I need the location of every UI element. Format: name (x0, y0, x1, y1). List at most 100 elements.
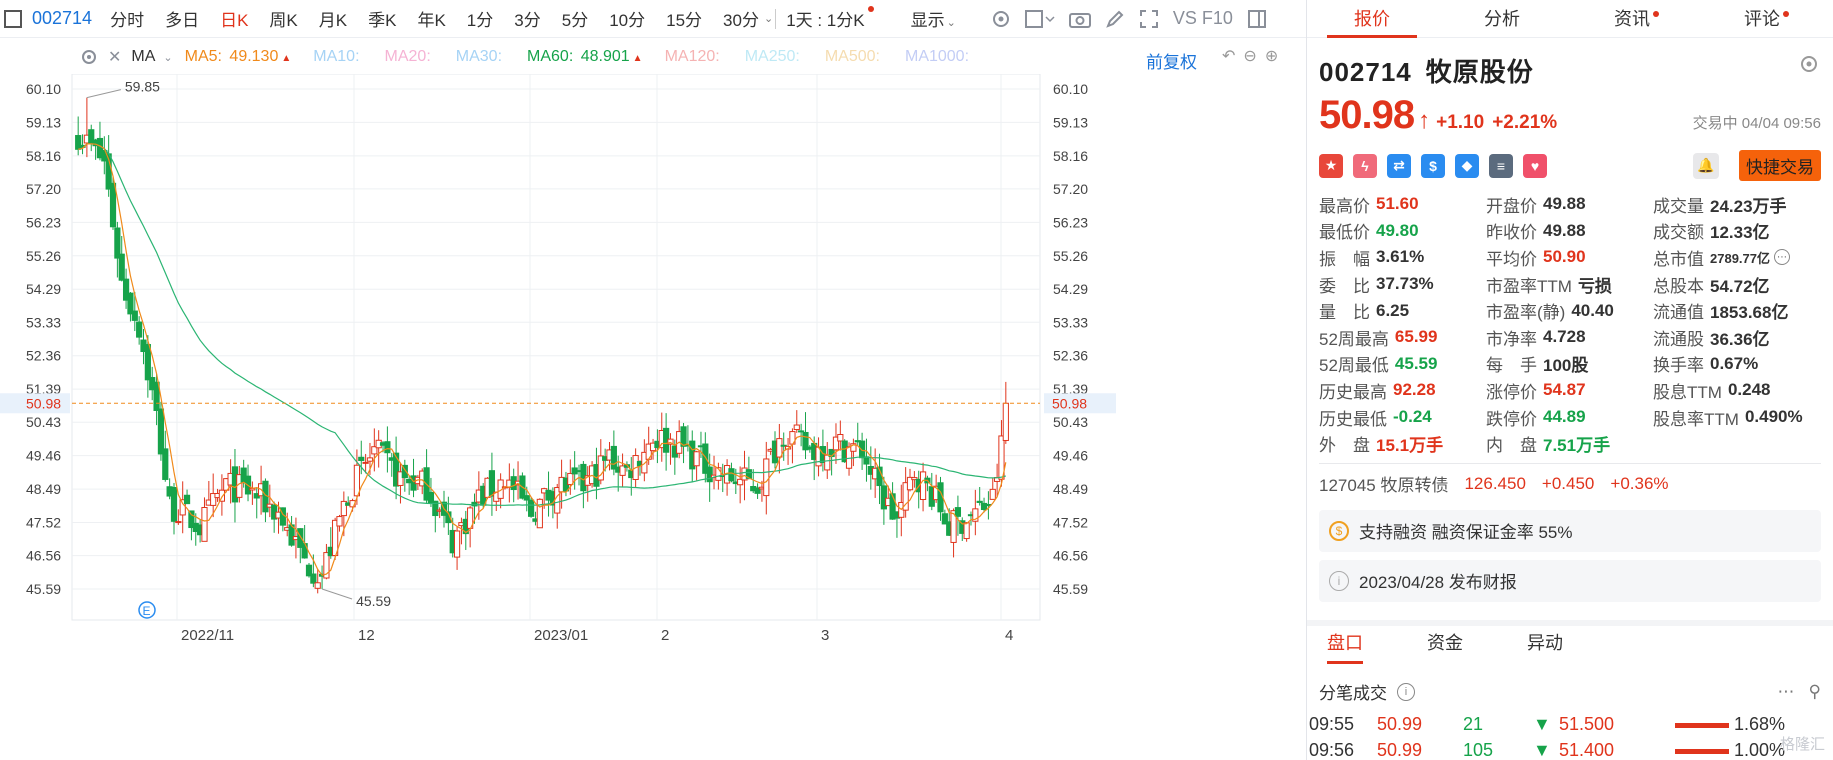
period-tab-11[interactable]: 15分 (666, 6, 702, 31)
stat-key: 总市值 (1653, 249, 1704, 269)
tick-depth: 1.00% (1655, 740, 1785, 760)
panel-toggle-icon[interactable] (1247, 9, 1267, 29)
ma-type-select[interactable]: MA (131, 48, 155, 66)
arrow-down-icon: ▼ (1533, 740, 1551, 760)
shuffle-icon[interactable]: ⇄ (1387, 153, 1411, 178)
ma-item-5[interactable]: MA120: (665, 48, 723, 66)
panel-tabs: 报价 分析 资讯 评论 (1307, 0, 1833, 38)
y-tick-left: 57.20 (26, 181, 61, 197)
stat-key: 52周最高 (1319, 329, 1389, 349)
orderbook-tab-0[interactable]: 盘口 (1315, 626, 1375, 664)
heart-icon[interactable]: ♥ (1523, 153, 1547, 178)
stat-item: 成交额 12.33亿 (1653, 218, 1823, 245)
y-tick-left: 50.43 (26, 414, 61, 430)
period-tab-8[interactable]: 3分 (514, 6, 540, 31)
stat-value: 44.89 (1543, 407, 1586, 427)
ma-item-3[interactable]: MA30: (456, 48, 505, 66)
stat-value: 50.90 (1543, 247, 1586, 267)
divider (775, 8, 777, 29)
stat-value: 6.25 (1376, 300, 1410, 320)
period-tab-0[interactable]: 分时 (110, 6, 144, 31)
y-tick-left: 55.26 (26, 248, 61, 264)
color-box-icon[interactable] (1024, 9, 1055, 29)
candle-body (170, 487, 178, 522)
tick-time: 09:55 (1309, 714, 1355, 735)
flag-icon[interactable]: ★ (1319, 153, 1343, 178)
fullscreen-icon[interactable] (1139, 9, 1159, 29)
ma-close-icon[interactable]: ✕ (108, 47, 121, 67)
orderbook-tab-2[interactable]: 异动 (1515, 626, 1575, 660)
stat-key: 换手率 (1653, 356, 1704, 376)
quick-trade-button[interactable]: 快捷交易 (1739, 150, 1821, 181)
panel-tab-3[interactable]: 评论 (1697, 0, 1827, 37)
ma-item-2[interactable]: MA20: (385, 48, 434, 66)
stat-key: 最高价 (1319, 196, 1370, 216)
zoom-out-icon[interactable]: ⊖ (1243, 46, 1256, 66)
stat-value: 49.88 (1543, 194, 1586, 214)
ma-item-1[interactable]: MA10: (313, 48, 362, 66)
kline-svg[interactable]: 60.10 60.10 59.13 59.13 58.16 58.16 57.20 57.20… (0, 74, 1306, 760)
period-tab-1[interactable]: 多日 (165, 6, 199, 31)
display-menu[interactable]: 显示 ⌄ (911, 6, 956, 31)
panel-tab-2[interactable]: 资讯 (1567, 0, 1697, 37)
ma-item-6[interactable]: MA250: (745, 48, 803, 66)
x-tick-label: 4 (1005, 627, 1013, 644)
period-tab-7[interactable]: 1分 (467, 6, 493, 31)
ma-item-8[interactable]: MA1000: (905, 48, 972, 66)
ma-item-0[interactable]: MA5: 49.130 ▲ (185, 48, 292, 66)
period-tab-5[interactable]: 季K (368, 6, 396, 31)
current-price-tag: 50.98 (1052, 395, 1087, 411)
ma-item-4[interactable]: MA60: 48.901 ▲ (527, 48, 643, 66)
undo-icon[interactable]: ↶ (1222, 46, 1235, 66)
report-icon[interactable]: ≡ (1489, 153, 1513, 178)
stat-item: 外 盘 15.1万手 (1319, 430, 1486, 457)
period-tab-10[interactable]: 10分 (609, 6, 645, 31)
info-icon[interactable]: i (1397, 682, 1415, 701)
more-icon[interactable]: ⋯ (1778, 682, 1795, 702)
adjust-mode-button[interactable]: 前复权 (1146, 48, 1197, 73)
pen-icon[interactable] (1105, 9, 1125, 29)
stat-value: 100股 (1543, 356, 1589, 376)
tick-list: 09:55 50.99 21 ▼ 51.500 1.68% 09:56 50.99 105 ▼ 5… (1307, 712, 1833, 760)
orderbook-tab-1[interactable]: 资金 (1415, 626, 1475, 660)
panel-tab-0[interactable]: 报价 (1307, 0, 1437, 38)
candle-body (144, 344, 151, 381)
camera-icon[interactable] (1068, 9, 1091, 29)
ma-item-7[interactable]: MA500: (825, 48, 883, 66)
panel-tab-1[interactable]: 分析 (1437, 0, 1567, 37)
kline-mode-select[interactable]: 1天 : 1分K (786, 6, 874, 31)
ma-settings-icon[interactable] (80, 48, 98, 66)
chevron-down-icon[interactable]: ⌄ (163, 51, 172, 64)
report-note[interactable]: i 2023/04/28 发布财报 (1319, 559, 1821, 602)
dollar-icon[interactable]: $ (1421, 153, 1445, 178)
stat-value: 2789.77亿 (1710, 250, 1770, 266)
margin-note[interactable]: $ 支持融资 融资保证金率 55% (1319, 509, 1821, 552)
zoom-in-icon[interactable]: ⊕ (1265, 46, 1278, 66)
filter-icon[interactable]: ⚲ (1809, 682, 1821, 702)
max-price-label: 59.85 (125, 79, 160, 95)
kline-chart[interactable]: 60.10 60.10 59.13 59.13 58.16 58.16 57.20 57.20… (0, 74, 1306, 760)
period-tab-2[interactable]: 日K (220, 6, 248, 31)
settings-gear-icon[interactable] (991, 9, 1011, 29)
sidebar-toggle-icon[interactable] (4, 9, 22, 28)
stat-item: 市盈率TTM 亏损 (1486, 271, 1653, 298)
bell-icon[interactable]: 🔔 (1693, 152, 1719, 179)
current-price: 50.98 (1319, 93, 1415, 137)
period-tab-12[interactable]: 30分 (723, 6, 759, 31)
period-tab-4[interactable]: 月K (319, 6, 347, 31)
candle-body (131, 310, 138, 321)
vs-f10-label[interactable]: VS F10 (1173, 8, 1233, 29)
stat-item: 涨停价 54.87 (1486, 377, 1653, 404)
more-icon[interactable]: ⋯ (1774, 249, 1790, 266)
stock-code[interactable]: 002714 (32, 8, 92, 29)
ma-label: MA30: (455, 48, 503, 65)
period-tab-9[interactable]: 5分 (562, 6, 588, 31)
tag-icon[interactable]: ◆ (1455, 153, 1479, 178)
gear-icon[interactable] (1799, 54, 1819, 79)
chevron-down-icon[interactable]: ⌄ (764, 12, 773, 25)
period-tab-6[interactable]: 年K (417, 6, 445, 31)
quote-panel: 报价 分析 资讯 评论 002714 牧原股份 50.98 ↑ +1.10 +2.21%… (1306, 0, 1833, 760)
convertible-bond-row[interactable]: 127045 牧原转债 126.450 +0.450 +0.36% (1307, 464, 1833, 504)
lightning-icon[interactable]: ϟ (1353, 153, 1377, 178)
period-tab-3[interactable]: 周K (269, 6, 297, 31)
